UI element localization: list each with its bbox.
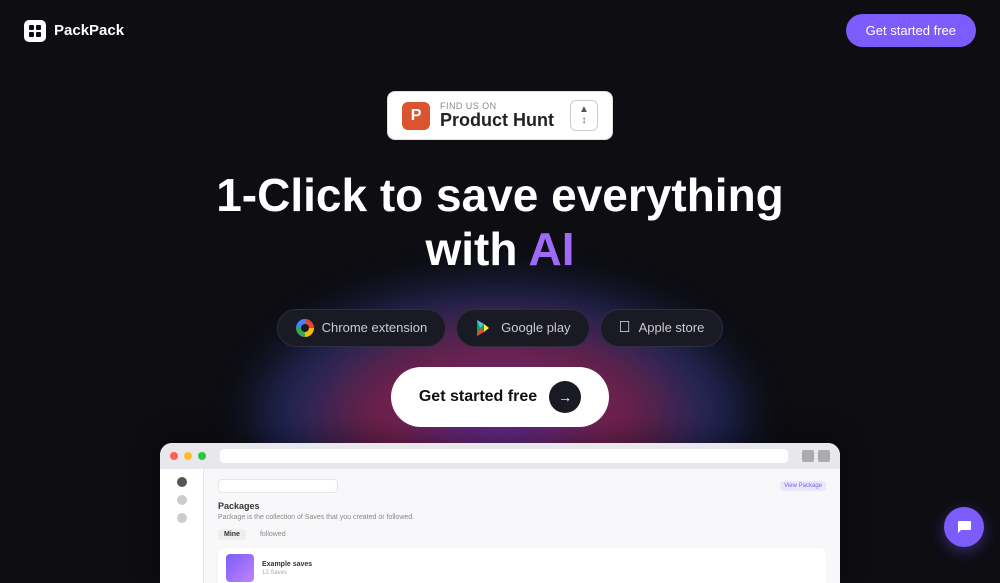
apple-icon: 	[619, 319, 631, 337]
sidebar-icon-1	[177, 477, 187, 487]
chrome-maximize-dot	[198, 452, 206, 460]
tab-mine[interactable]: Mine	[218, 529, 246, 540]
cta-arrow-icon: →	[549, 381, 581, 413]
app-card-thumbnail	[226, 554, 254, 582]
chrome-minimize-dot	[184, 452, 192, 460]
headline-line1: 1-Click to save everything	[216, 169, 784, 221]
main-cta-button[interactable]: Get started free →	[391, 367, 609, 427]
gplay-label: Google play	[501, 320, 570, 335]
app-body: View Package Packages Package is the col…	[160, 469, 840, 583]
apple-store-button[interactable]:  Apple store	[600, 309, 724, 347]
product-hunt-logo: P	[402, 102, 430, 130]
app-top-bar: View Package	[218, 479, 826, 493]
app-main-content: View Package Packages Package is the col…	[204, 469, 840, 583]
apple-label: Apple store	[639, 320, 705, 335]
google-play-button[interactable]: Google play	[456, 309, 589, 347]
app-action-buttons: View Package	[780, 481, 826, 491]
app-section-sub: Package is the collection of Saves that …	[218, 514, 826, 521]
google-play-icon	[475, 319, 493, 337]
chrome-label: Chrome extension	[322, 320, 428, 335]
browser-address-bar	[220, 449, 788, 463]
browser-ext-icon-2	[818, 450, 830, 462]
cta-label: Get started free	[419, 388, 537, 406]
product-hunt-badge[interactable]: P FIND US ON Product Hunt ▲ ↕	[387, 91, 613, 140]
upvote-count: ↕	[582, 115, 587, 126]
app-sidebar	[160, 469, 204, 583]
hero-headline: 1-Click to save everything with AI	[216, 168, 784, 277]
sidebar-icon-2	[177, 495, 187, 505]
app-card-sub: 12 Saves	[262, 570, 818, 576]
chat-icon	[954, 517, 974, 537]
platform-buttons: Chrome extension Google play  Apple sto…	[277, 309, 724, 347]
chrome-extension-button[interactable]: Chrome extension	[277, 309, 447, 347]
view-package-button[interactable]: View Package	[780, 481, 826, 491]
product-hunt-upvote[interactable]: ▲ ↕	[570, 100, 598, 131]
app-section-title: Packages	[218, 501, 826, 511]
headline-line2: with	[425, 223, 528, 275]
nav-cta-button[interactable]: Get started free	[846, 14, 976, 47]
chrome-close-dot	[170, 452, 178, 460]
app-card-title: Example saves	[262, 561, 818, 568]
hero-section: P FIND US ON Product Hunt ▲ ↕ 1-Click to…	[0, 61, 1000, 427]
app-card-item[interactable]: Example saves 12 Saves	[218, 548, 826, 583]
app-screenshot-preview: View Package Packages Package is the col…	[160, 443, 840, 583]
app-search-input[interactable]	[218, 479, 338, 493]
browser-extensions	[802, 450, 830, 462]
chrome-icon	[296, 319, 314, 337]
logo-text: PackPack	[54, 22, 124, 39]
sidebar-icon-3	[177, 513, 187, 523]
upvote-arrow-icon: ▲	[579, 105, 589, 115]
logo[interactable]: PackPack	[24, 20, 124, 42]
navbar: PackPack Get started free	[0, 0, 1000, 61]
headline-ai: AI	[529, 223, 575, 275]
product-hunt-text: FIND US ON Product Hunt	[440, 101, 554, 131]
chat-support-button[interactable]	[944, 507, 984, 547]
app-tabs: Mine followed	[218, 529, 826, 540]
browser-chrome-bar	[160, 443, 840, 469]
logo-icon	[24, 20, 46, 42]
tab-followed[interactable]: followed	[254, 529, 292, 540]
browser-ext-icon	[802, 450, 814, 462]
product-hunt-name: Product Hunt	[440, 111, 554, 131]
